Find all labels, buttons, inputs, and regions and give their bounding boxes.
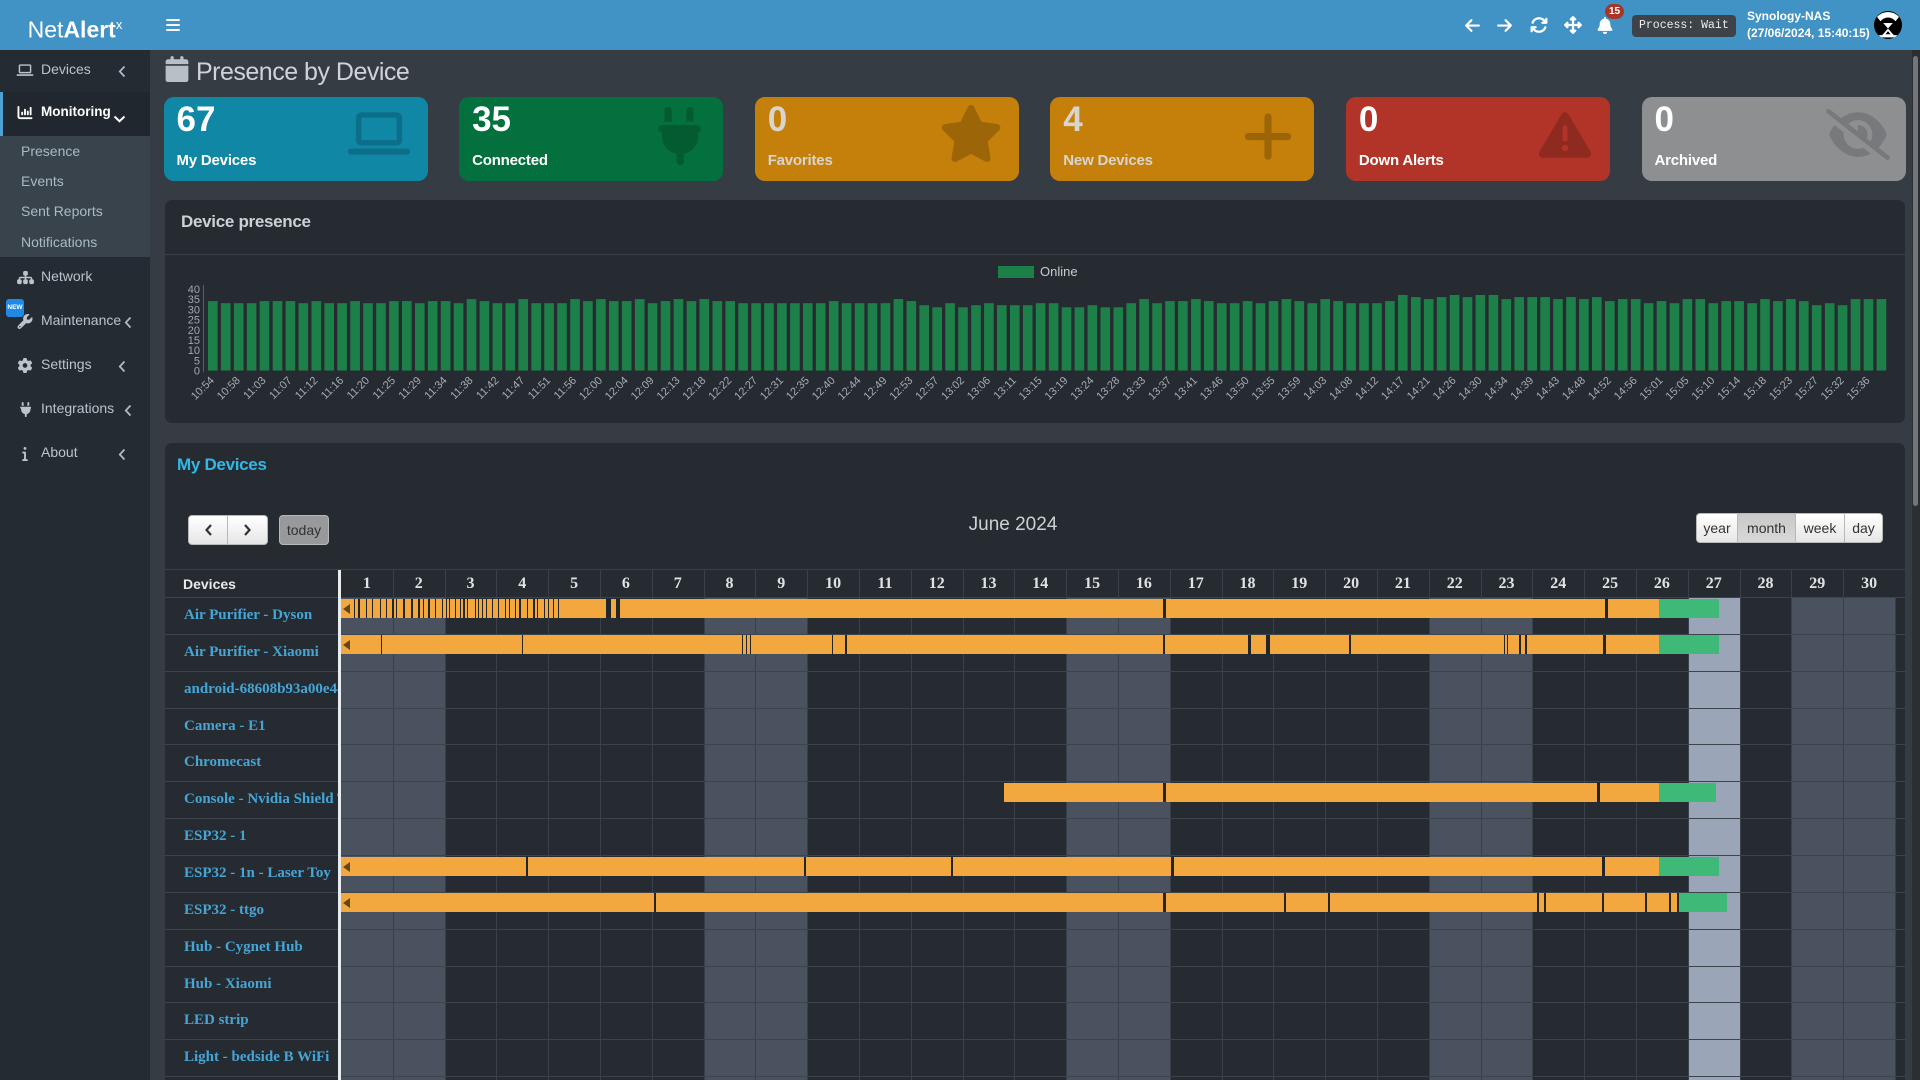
- svg-text:11:12: 11:12: [293, 375, 320, 402]
- svg-text:12:18: 12:18: [680, 375, 708, 403]
- svg-text:11:25: 11:25: [371, 375, 398, 402]
- svg-text:11:03: 11:03: [241, 375, 268, 402]
- svg-text:11:20: 11:20: [345, 375, 372, 402]
- svg-text:14:26: 14:26: [1431, 375, 1459, 403]
- svg-text:15:14: 15:14: [1715, 375, 1743, 403]
- svg-text:12:57: 12:57: [913, 375, 941, 403]
- svg-text:11:38: 11:38: [448, 375, 475, 402]
- svg-text:11:51: 11:51: [526, 375, 553, 402]
- svg-text:11:56: 11:56: [552, 375, 579, 402]
- svg-text:13:37: 13:37: [1146, 375, 1174, 403]
- svg-text:12:53: 12:53: [887, 375, 915, 403]
- svg-text:15:23: 15:23: [1767, 375, 1795, 403]
- svg-text:12:13: 12:13: [655, 375, 683, 403]
- svg-text:15:18: 15:18: [1741, 375, 1769, 403]
- svg-text:14:56: 14:56: [1612, 375, 1640, 403]
- svg-text:14:34: 14:34: [1482, 375, 1510, 403]
- svg-text:13:28: 13:28: [1094, 375, 1122, 403]
- svg-text:11:34: 11:34: [422, 375, 449, 402]
- svg-text:13:46: 13:46: [1198, 375, 1226, 403]
- svg-text:14:03: 14:03: [1301, 375, 1329, 403]
- svg-text:14:08: 14:08: [1327, 375, 1355, 403]
- svg-text:12:44: 12:44: [836, 375, 864, 403]
- svg-text:13:55: 13:55: [1250, 375, 1278, 403]
- svg-text:13:11: 13:11: [992, 375, 1019, 402]
- svg-text:12:09: 12:09: [629, 375, 657, 403]
- svg-text:14:43: 14:43: [1534, 375, 1562, 403]
- svg-text:13:06: 13:06: [965, 375, 993, 403]
- svg-text:13:59: 13:59: [1275, 375, 1303, 403]
- svg-text:0: 0: [194, 366, 200, 378]
- svg-text:10:54: 10:54: [189, 375, 217, 403]
- svg-text:15:01: 15:01: [1638, 375, 1666, 403]
- svg-text:13:15: 13:15: [1017, 375, 1045, 403]
- svg-text:12:31: 12:31: [758, 375, 786, 403]
- svg-text:11:47: 11:47: [500, 375, 527, 402]
- svg-text:14:48: 14:48: [1560, 375, 1588, 403]
- svg-text:11:29: 11:29: [397, 375, 424, 402]
- svg-text:13:33: 13:33: [1120, 375, 1148, 403]
- svg-text:12:00: 12:00: [577, 375, 605, 403]
- svg-text:15:05: 15:05: [1664, 375, 1692, 403]
- svg-text:14:17: 14:17: [1379, 375, 1407, 403]
- svg-text:15:36: 15:36: [1845, 375, 1873, 403]
- svg-text:12:04: 12:04: [603, 375, 631, 403]
- svg-text:13:02: 13:02: [939, 375, 967, 403]
- svg-text:11:42: 11:42: [474, 375, 501, 402]
- svg-text:14:21: 14:21: [1405, 375, 1433, 403]
- svg-text:13:24: 13:24: [1069, 375, 1097, 403]
- svg-text:13:41: 13:41: [1172, 375, 1200, 403]
- svg-text:13:19: 13:19: [1043, 375, 1071, 403]
- svg-text:15:32: 15:32: [1819, 375, 1847, 403]
- svg-text:15:27: 15:27: [1793, 375, 1821, 403]
- svg-text:12:35: 12:35: [784, 375, 812, 403]
- svg-text:11:07: 11:07: [267, 375, 294, 402]
- svg-text:10:58: 10:58: [215, 375, 243, 403]
- svg-text:14:12: 14:12: [1353, 375, 1381, 403]
- svg-text:14:30: 14:30: [1457, 375, 1485, 403]
- svg-text:14:52: 14:52: [1586, 375, 1614, 403]
- svg-text:15:10: 15:10: [1689, 375, 1717, 403]
- svg-text:11:16: 11:16: [319, 375, 346, 402]
- svg-text:12:40: 12:40: [810, 375, 838, 403]
- svg-text:13:50: 13:50: [1224, 375, 1252, 403]
- svg-text:12:49: 12:49: [862, 375, 890, 403]
- svg-text:14:39: 14:39: [1508, 375, 1536, 403]
- svg-text:12:22: 12:22: [706, 375, 734, 403]
- svg-text:12:27: 12:27: [732, 375, 760, 403]
